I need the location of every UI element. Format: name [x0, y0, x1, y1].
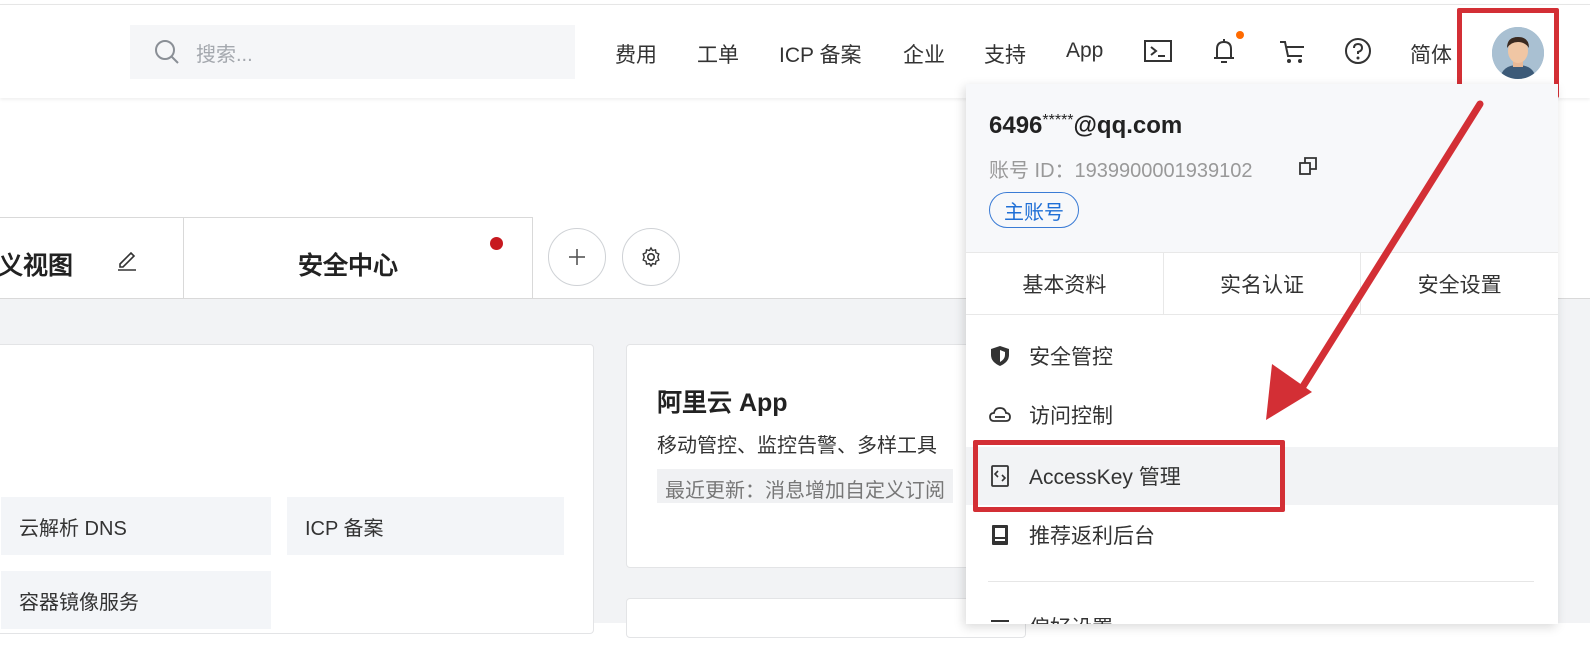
search-box[interactable]: 搜索... — [130, 25, 575, 79]
tab-real-name-auth[interactable]: 实名认证 — [1164, 253, 1362, 314]
menu-access-control-label: 访问控制 — [1029, 405, 1113, 428]
nav-tickets[interactable]: 工单 — [697, 39, 739, 69]
menu-access-control[interactable]: 访问控制 — [966, 386, 1558, 444]
account-email: 6496*****@qq.com — [989, 112, 1183, 139]
menu-preferences-label: 偏好设置 — [1029, 612, 1113, 624]
accesskey-highlight-box — [973, 440, 1285, 512]
tab-custom-view-label: 义视图 — [0, 252, 74, 280]
account-tabs: 基本资料 实名认证 安全设置 — [966, 252, 1558, 315]
service-icp[interactable]: ICP 备案 — [287, 497, 564, 555]
plus-icon — [569, 249, 585, 265]
app-card-update: 最近更新：消息增加自定义订阅 — [657, 469, 953, 503]
terminal-icon[interactable] — [1142, 35, 1174, 67]
cart-icon[interactable] — [1277, 35, 1309, 67]
menu-divider — [988, 581, 1534, 582]
app-card-title: 阿里云 App — [657, 389, 788, 417]
tab-security-center[interactable]: 安全中心 — [184, 217, 533, 299]
gear-icon — [642, 246, 660, 268]
cloud-icon — [989, 407, 1011, 422]
menu-preferences[interactable]: 偏好设置 — [966, 598, 1558, 624]
menu-referral[interactable]: 推荐返利后台 — [966, 506, 1558, 564]
settings-list-icon — [991, 620, 1009, 622]
menu-security-control-label: 安全管控 — [1029, 346, 1113, 369]
nav-support[interactable]: 支持 — [984, 39, 1026, 69]
document-icon — [992, 525, 1008, 545]
unread-dot — [490, 237, 503, 250]
account-header: 6496*****@qq.com 账号 ID：1939900001939102 … — [966, 84, 1558, 252]
nav-app[interactable]: App — [1066, 39, 1103, 63]
menu-security-control[interactable]: 安全管控 — [966, 327, 1558, 385]
bell-icon[interactable] — [1208, 35, 1240, 67]
tab-security-settings[interactable]: 安全设置 — [1361, 253, 1558, 314]
account-id: 账号 ID：1939900001939102 — [989, 160, 1253, 182]
services-card: 云解析 DNS ICP 备案 容器镜像服务 — [0, 344, 594, 634]
app-card-desc: 移动管控、监控告警、多样工具 — [657, 435, 937, 457]
language-switch[interactable]: 简体 — [1410, 39, 1452, 69]
nav-enterprise[interactable]: 企业 — [903, 39, 945, 69]
main-account-badge: 主账号 — [989, 192, 1079, 228]
search-icon — [155, 40, 179, 64]
tab-security-center-label: 安全中心 — [298, 252, 399, 280]
menu-referral-label: 推荐返利后台 — [1029, 525, 1155, 548]
service-container-registry[interactable]: 容器镜像服务 — [1, 571, 271, 629]
nav-fees[interactable]: 费用 — [615, 39, 657, 69]
tab-custom-view[interactable]: 义视图 — [0, 217, 184, 299]
add-tab-button[interactable] — [548, 228, 606, 286]
edit-icon[interactable] — [113, 245, 141, 273]
search-input[interactable]: 搜索... — [196, 38, 253, 67]
notification-dot — [1236, 31, 1244, 39]
shield-icon — [991, 346, 1009, 366]
nav-icp[interactable]: ICP 备案 — [779, 39, 861, 69]
service-dns[interactable]: 云解析 DNS — [1, 497, 271, 555]
help-icon[interactable] — [1342, 35, 1374, 67]
settings-button[interactable] — [622, 228, 680, 286]
copy-icon[interactable] — [1297, 155, 1319, 177]
account-dropdown: 6496*****@qq.com 账号 ID：1939900001939102 … — [966, 84, 1558, 624]
tab-basic-info[interactable]: 基本资料 — [966, 253, 1164, 314]
